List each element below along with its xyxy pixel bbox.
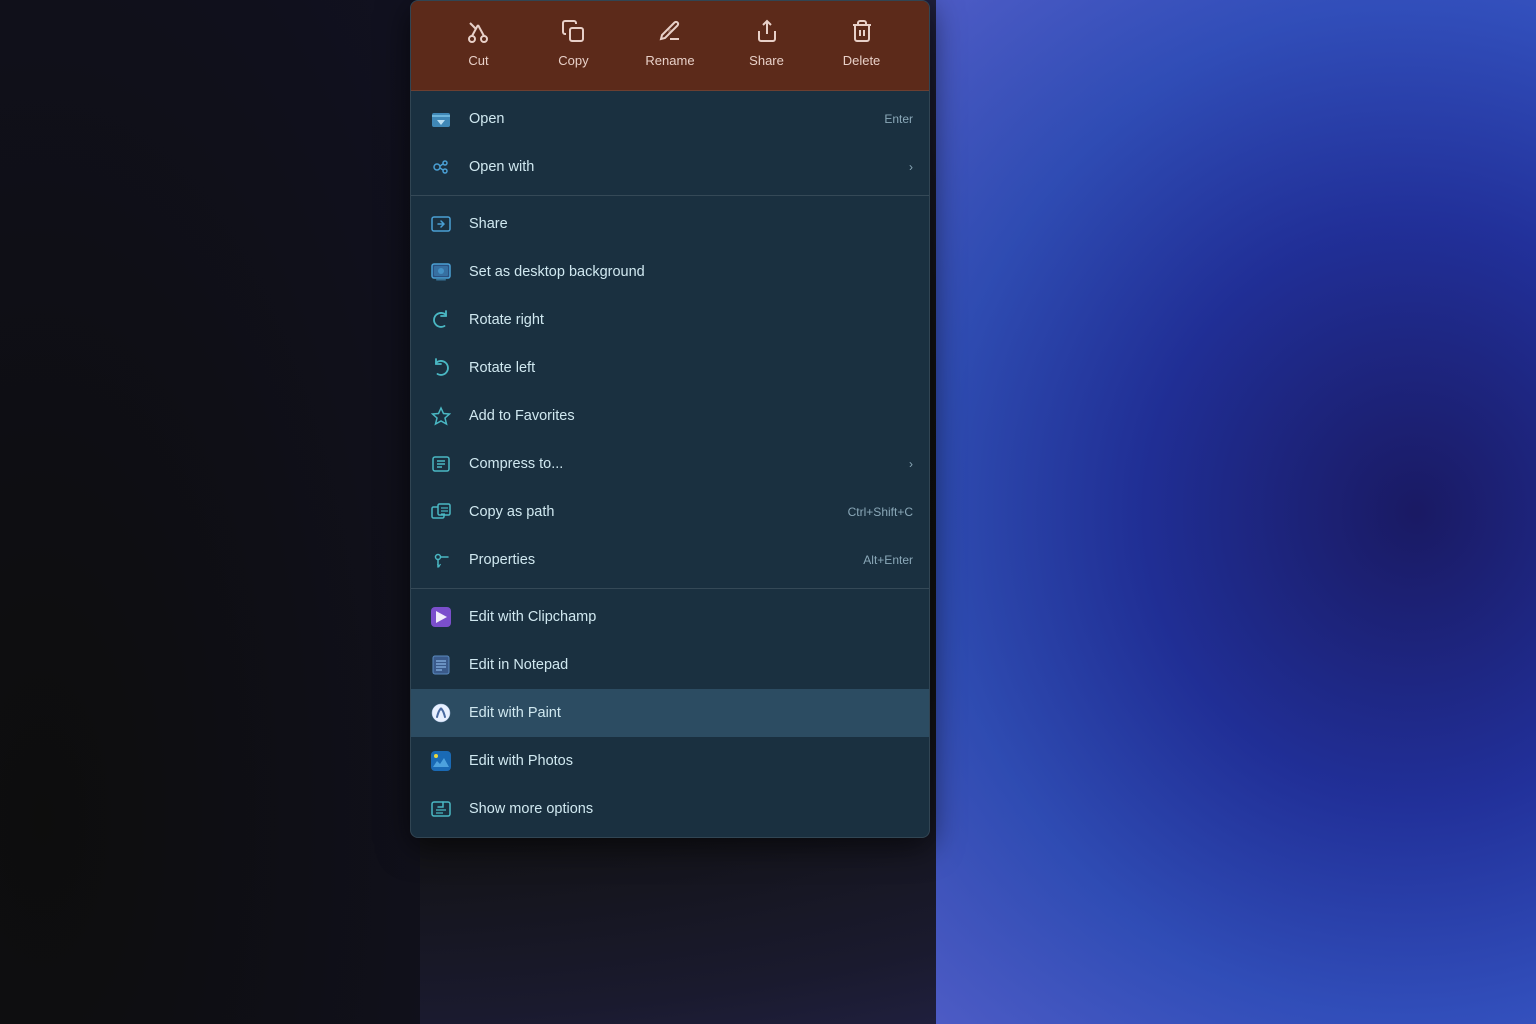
- delete-button[interactable]: Delete: [827, 11, 897, 76]
- open-with-icon: [427, 153, 455, 181]
- cut-button[interactable]: Cut: [443, 11, 513, 76]
- edit-paint-icon: [427, 699, 455, 727]
- edit-clipchamp-menu-item[interactable]: Edit with Clipchamp: [411, 593, 929, 641]
- rename-button[interactable]: Rename: [633, 11, 706, 76]
- edit-notepad-icon: [427, 651, 455, 679]
- properties-label: Properties: [469, 552, 847, 568]
- edit-photos-icon: [427, 747, 455, 775]
- properties-icon: [427, 546, 455, 574]
- copy-label: Copy: [558, 53, 588, 68]
- edit-paint-label: Edit with Paint: [469, 705, 913, 721]
- show-more-options-label: Show more options: [469, 801, 913, 817]
- open-icon: [427, 105, 455, 133]
- delete-icon: [850, 19, 874, 47]
- add-favorites-icon: [427, 402, 455, 430]
- share-label: Share: [749, 53, 784, 68]
- background-right: [936, 0, 1536, 1024]
- edit-notepad-label: Edit in Notepad: [469, 657, 913, 673]
- edit-clipchamp-icon: [427, 603, 455, 631]
- properties-shortcut: Alt+Enter: [863, 553, 913, 567]
- compress-to-arrow: ›: [909, 457, 913, 471]
- properties-menu-item[interactable]: Properties Alt+Enter: [411, 536, 929, 584]
- edit-photos-label: Edit with Photos: [469, 753, 913, 769]
- toolbar: Cut Copy Rename: [411, 1, 929, 91]
- rename-icon: [658, 19, 682, 47]
- edit-notepad-menu-item[interactable]: Edit in Notepad: [411, 641, 929, 689]
- open-shortcut: Enter: [884, 112, 913, 126]
- menu-section-3: Edit with Clipchamp Edit in Notepad: [411, 588, 929, 837]
- rotate-left-icon: [427, 354, 455, 382]
- rotate-right-menu-item[interactable]: Rotate right: [411, 296, 929, 344]
- copy-as-path-icon: [427, 498, 455, 526]
- copy-button[interactable]: Copy: [538, 11, 608, 76]
- set-desktop-bg-label: Set as desktop background: [469, 264, 913, 280]
- copy-as-path-menu-item[interactable]: Copy as path Ctrl+Shift+C: [411, 488, 929, 536]
- open-with-menu-item[interactable]: Open with ›: [411, 143, 929, 191]
- add-favorites-menu-item[interactable]: Add to Favorites: [411, 392, 929, 440]
- show-more-options-menu-item[interactable]: Show more options: [411, 785, 929, 833]
- copy-as-path-label: Copy as path: [469, 504, 832, 520]
- rotate-right-label: Rotate right: [469, 312, 913, 328]
- edit-clipchamp-label: Edit with Clipchamp: [469, 609, 913, 625]
- share-icon: [755, 19, 779, 47]
- menu-section-1: Open Enter Open with ›: [411, 91, 929, 195]
- open-label: Open: [469, 111, 868, 127]
- cut-label: Cut: [468, 53, 488, 68]
- rotate-left-label: Rotate left: [469, 360, 913, 376]
- open-with-label: Open with: [469, 159, 901, 175]
- edit-photos-menu-item[interactable]: Edit with Photos: [411, 737, 929, 785]
- add-favorites-label: Add to Favorites: [469, 408, 913, 424]
- rotate-right-icon: [427, 306, 455, 334]
- show-more-options-icon: [427, 795, 455, 823]
- compress-to-icon: [427, 450, 455, 478]
- background-left: [0, 0, 420, 1024]
- set-desktop-bg-icon: [427, 258, 455, 286]
- copy-icon: [561, 19, 585, 47]
- share-menu-item[interactable]: Share: [411, 200, 929, 248]
- rotate-left-menu-item[interactable]: Rotate left: [411, 344, 929, 392]
- context-menu: Cut Copy Rename: [410, 0, 930, 838]
- edit-paint-menu-item[interactable]: Edit with Paint: [411, 689, 929, 737]
- open-with-arrow: ›: [909, 160, 913, 174]
- share-menu-label: Share: [469, 216, 913, 232]
- compress-to-menu-item[interactable]: Compress to... ›: [411, 440, 929, 488]
- open-menu-item[interactable]: Open Enter: [411, 95, 929, 143]
- rename-label: Rename: [645, 53, 694, 68]
- copy-as-path-shortcut: Ctrl+Shift+C: [848, 505, 913, 519]
- menu-section-2: Share Set as desktop background Rotate: [411, 195, 929, 588]
- share-menu-icon: [427, 210, 455, 238]
- cut-icon: [466, 19, 490, 47]
- delete-label: Delete: [843, 53, 881, 68]
- set-desktop-bg-menu-item[interactable]: Set as desktop background: [411, 248, 929, 296]
- compress-to-label: Compress to...: [469, 456, 901, 472]
- share-button[interactable]: Share: [732, 11, 802, 76]
